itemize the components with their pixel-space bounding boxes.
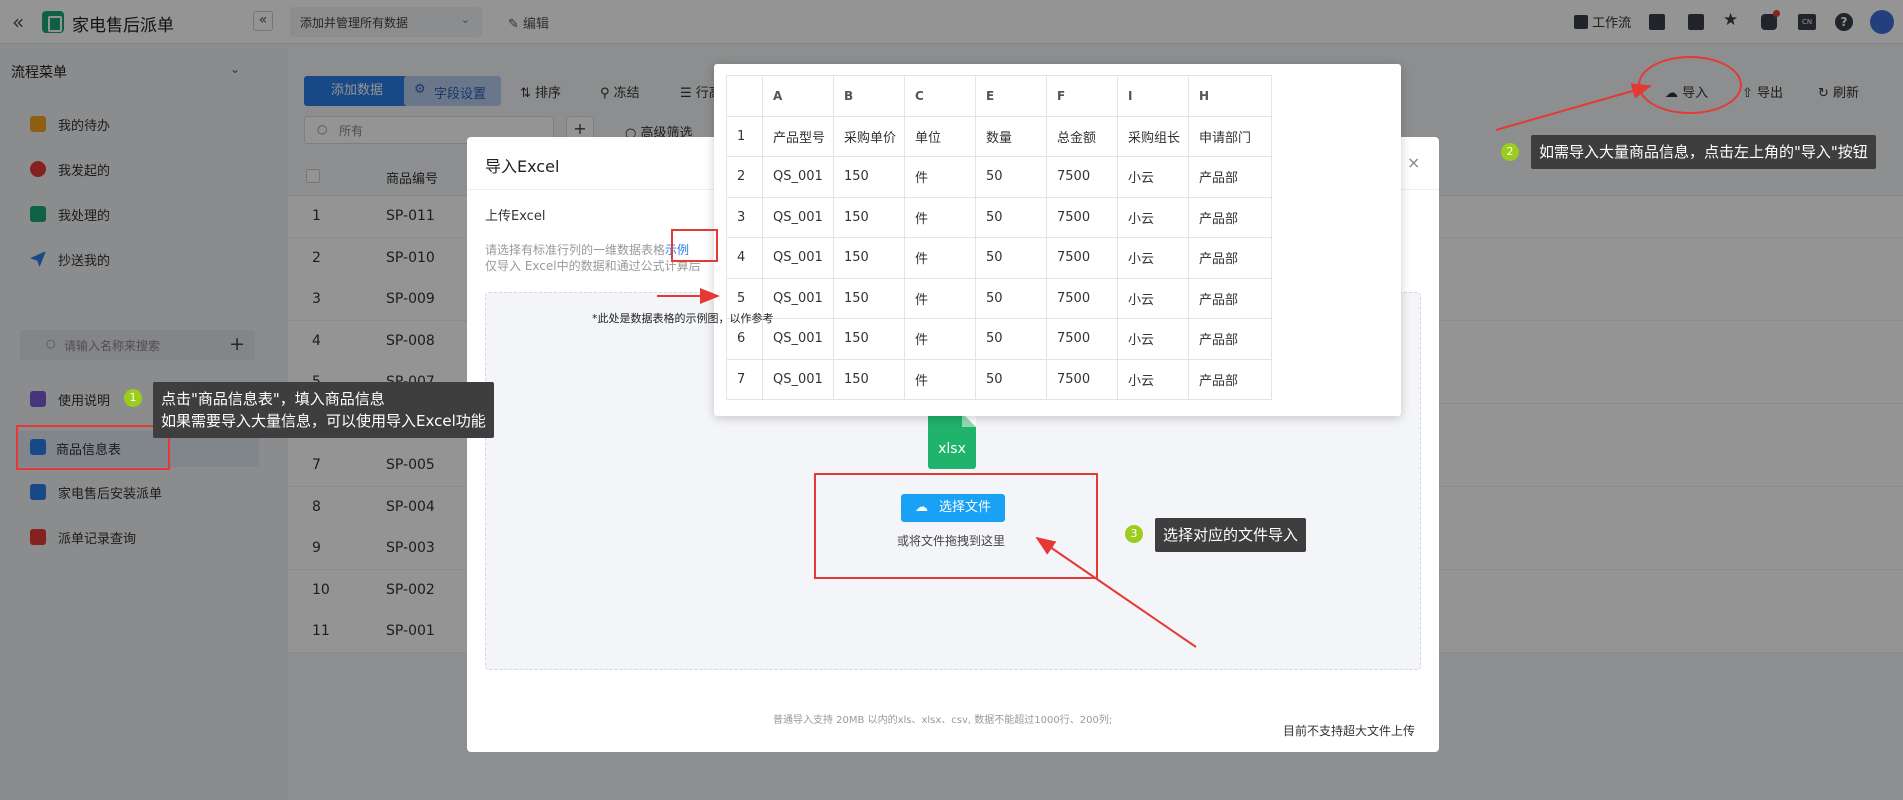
arrow-to-choose-file: [1035, 536, 1197, 648]
arrow-to-import: [1495, 83, 1652, 131]
annotation-arrows: [657, 83, 1652, 648]
